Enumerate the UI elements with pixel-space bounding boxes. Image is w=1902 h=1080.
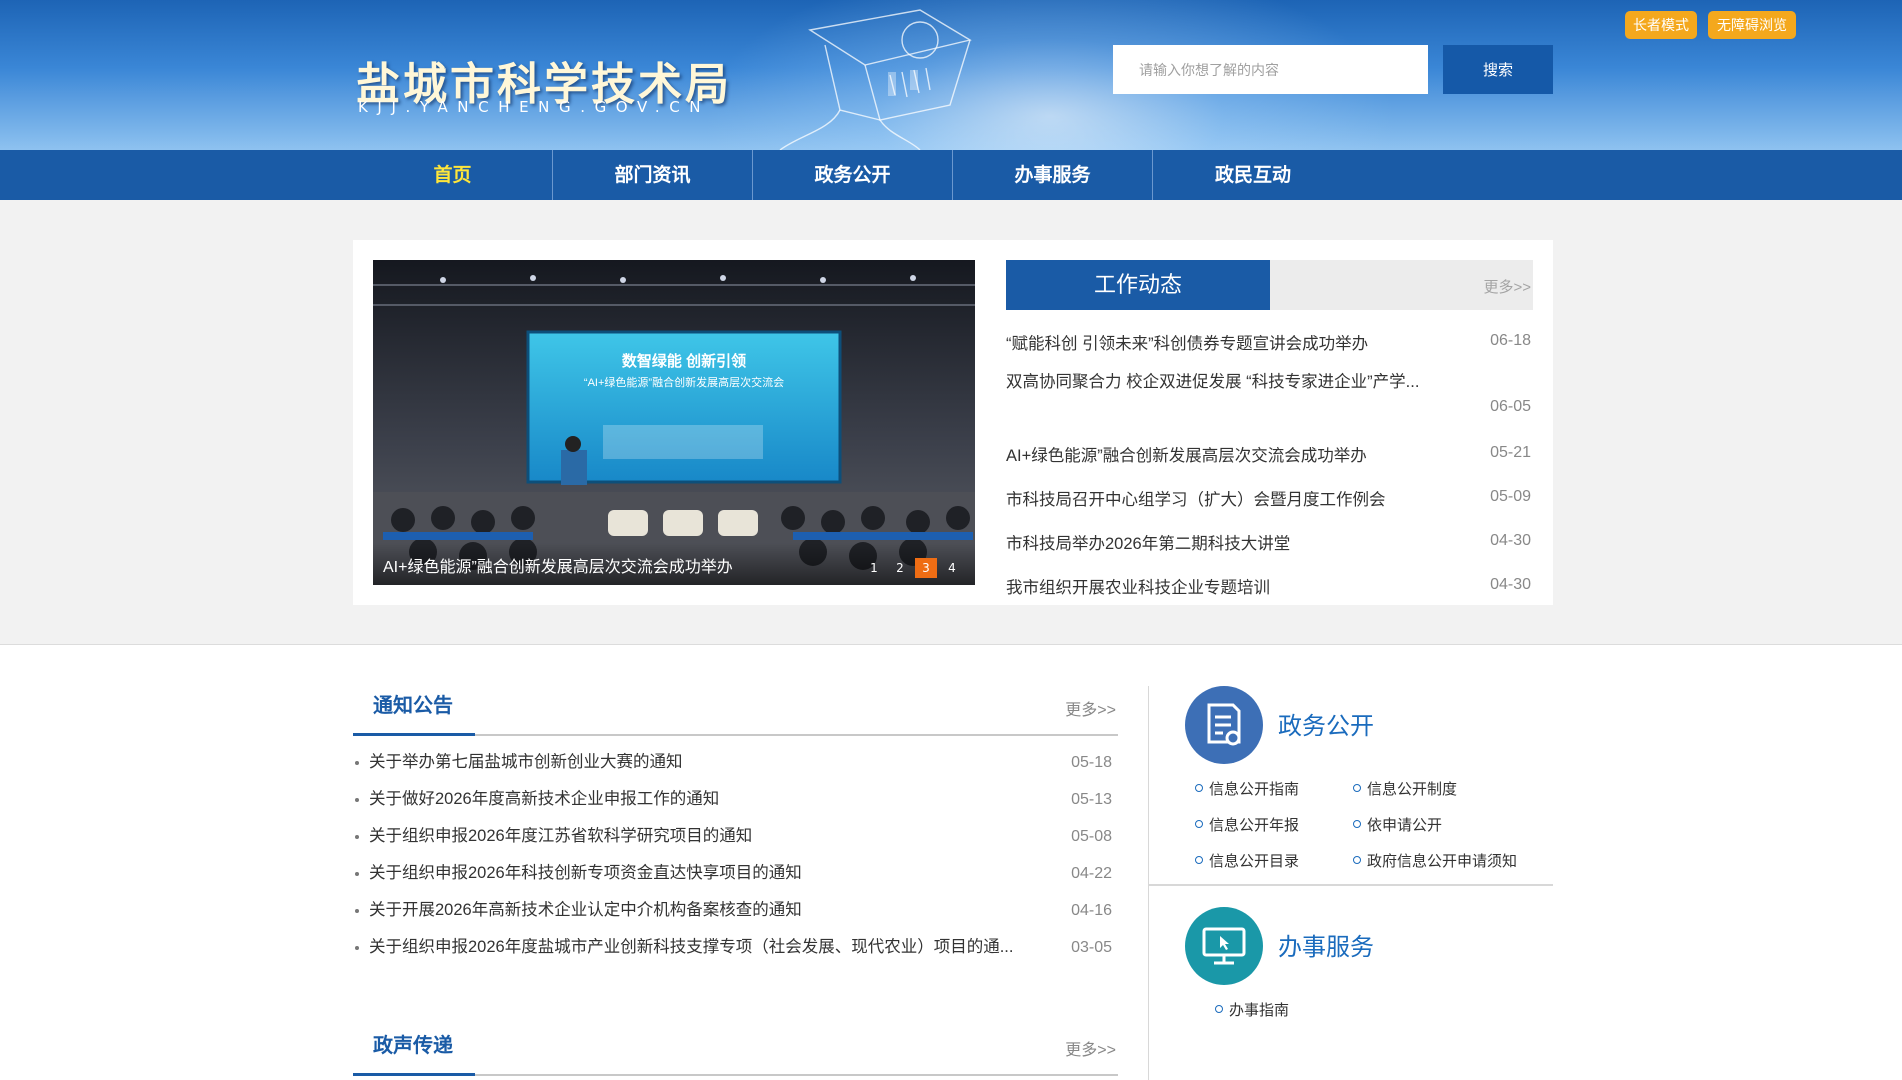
notice-item[interactable]: 关于做好2026年度高新技术企业申报工作的通知 05-13 bbox=[353, 781, 1118, 818]
news-item[interactable]: AI+绿色能源”融合创新发展高层次交流会成功举办 05-21 bbox=[1006, 434, 1533, 478]
screen-text-line1: 数智绿能 创新引领 bbox=[622, 352, 746, 370]
voice-section: 政声传递 更多>> bbox=[353, 1020, 1118, 1076]
main-nav: 首页 部门资讯 政务公开 办事服务 政民互动 bbox=[0, 150, 1902, 200]
barrier-free-button[interactable]: 无障碍浏览 bbox=[1708, 11, 1796, 39]
gov-link-on-request[interactable]: 依申请公开 bbox=[1353, 814, 1442, 835]
work-news-more-link[interactable]: 更多>> bbox=[1483, 276, 1531, 297]
notice-title[interactable]: 通知公告 bbox=[353, 680, 475, 736]
service-divider bbox=[1148, 884, 1553, 886]
tech-hand-illustration bbox=[779, 9, 972, 150]
site-domain: KJJ.YANCHENG.GOV.CN bbox=[358, 98, 711, 116]
work-news-list: “赋能科创 引领未来”科创债券专题宣讲会成功举办 06-18 双高协同聚合力 校企… bbox=[1006, 322, 1533, 610]
computer-icon[interactable] bbox=[1185, 907, 1263, 985]
notice-item[interactable]: 关于组织申报2026年科技创新专项资金直达快享项目的通知 04-22 bbox=[353, 855, 1118, 892]
notice-item[interactable]: 关于组织申报2026年度江苏省软科学研究项目的通知 05-08 bbox=[353, 818, 1118, 855]
gov-link-annual-report[interactable]: 信息公开年报 bbox=[1195, 814, 1299, 835]
news-item[interactable]: 我市组织开展农业科技企业专题培训 04-30 bbox=[1006, 566, 1533, 610]
gov-link-catalog[interactable]: 信息公开目录 bbox=[1195, 850, 1299, 871]
news-slider[interactable]: 数智绿能 创新引领 “AI+绿色能源”融合创新发展高层次交流会 AI+绿色能源”… bbox=[373, 260, 975, 585]
voice-title[interactable]: 政声传递 bbox=[353, 1020, 475, 1076]
slide-image[interactable]: 数智绿能 创新引领 “AI+绿色能源”融合创新发展高层次交流会 bbox=[373, 260, 975, 585]
notice-section: 通知公告 更多>> 关于举办第七届盐城市创新创业大赛的通知 05-18 关于做好2… bbox=[353, 680, 1118, 966]
document-icon[interactable] bbox=[1185, 686, 1263, 764]
notice-header: 通知公告 更多>> bbox=[353, 680, 1118, 736]
screen-text-line2: “AI+绿色能源”融合创新发展高层次交流会 bbox=[584, 375, 784, 389]
gov-open-title[interactable]: 政务公开 bbox=[1278, 706, 1374, 741]
slider-dot-3[interactable]: 3 bbox=[915, 558, 937, 578]
nav-item-services[interactable]: 办事服务 bbox=[953, 150, 1153, 200]
notice-list: 关于举办第七届盐城市创新创业大赛的通知 05-18 关于做好2026年度高新技术企… bbox=[353, 744, 1118, 966]
notice-item[interactable]: 关于举办第七届盐城市创新创业大赛的通知 05-18 bbox=[353, 744, 1118, 781]
voice-more-link[interactable]: 更多>> bbox=[1065, 1036, 1116, 1060]
work-news-header: 工作动态 更多>> bbox=[1006, 260, 1533, 310]
feature-box: 数智绿能 创新引领 “AI+绿色能源”融合创新发展高层次交流会 AI+绿色能源”… bbox=[353, 240, 1553, 605]
news-item[interactable]: 市科技局召开中心组学习（扩大）会暨月度工作例会 05-09 bbox=[1006, 478, 1533, 522]
gov-link-application-notice[interactable]: 政府信息公开申请须知 bbox=[1353, 850, 1517, 871]
work-news-panel: 工作动态 更多>> “赋能科创 引领未来”科创债券专题宣讲会成功举办 06-18 … bbox=[1006, 260, 1533, 610]
services-title[interactable]: 办事服务 bbox=[1278, 927, 1374, 962]
notice-item[interactable]: 关于组织申报2026年度盐城市产业创新科技支撑专项（社会发展、现代农业）项目的通… bbox=[353, 929, 1118, 966]
service-link-guide[interactable]: 办事指南 bbox=[1215, 999, 1289, 1020]
slider-pagination: 1 2 3 4 bbox=[863, 558, 963, 578]
nav-item-department-news[interactable]: 部门资讯 bbox=[553, 150, 753, 200]
gov-link-guide[interactable]: 信息公开指南 bbox=[1195, 778, 1299, 799]
notice-item[interactable]: 关于开展2026年高新技术企业认定中介机构备案核查的通知 04-16 bbox=[353, 892, 1118, 929]
slider-dot-2[interactable]: 2 bbox=[889, 558, 911, 578]
nav-item-home[interactable]: 首页 bbox=[353, 150, 553, 200]
voice-header: 政声传递 更多>> bbox=[353, 1020, 1118, 1076]
feature-band: 数智绿能 创新引领 “AI+绿色能源”融合创新发展高层次交流会 AI+绿色能源”… bbox=[0, 200, 1902, 645]
news-item[interactable]: 双高协同聚合力 校企双进促发展 “科技专家进企业”产学... 06-05 bbox=[1006, 366, 1533, 434]
slider-caption[interactable]: AI+绿色能源”融合创新发展高层次交流会成功举办 bbox=[383, 553, 733, 577]
search-input[interactable] bbox=[1113, 45, 1428, 94]
site-header: 盐城市科学技术局 KJJ.YANCHENG.GOV.CN 搜索 长者模式 无障碍… bbox=[0, 0, 1902, 150]
news-item[interactable]: 市科技局举办2026年第二期科技大讲堂 04-30 bbox=[1006, 522, 1533, 566]
slider-dot-1[interactable]: 1 bbox=[863, 558, 885, 578]
elder-mode-button[interactable]: 长者模式 bbox=[1625, 11, 1697, 39]
nav-item-interaction[interactable]: 政民互动 bbox=[1153, 150, 1353, 200]
nav-item-gov-affairs[interactable]: 政务公开 bbox=[753, 150, 953, 200]
gov-link-system[interactable]: 信息公开制度 bbox=[1353, 778, 1457, 799]
column-divider bbox=[1148, 686, 1149, 1080]
news-item[interactable]: “赋能科创 引领未来”科创债券专题宣讲会成功举办 06-18 bbox=[1006, 322, 1533, 366]
work-news-title[interactable]: 工作动态 bbox=[1006, 260, 1270, 310]
search-button[interactable]: 搜索 bbox=[1443, 45, 1553, 94]
notice-more-link[interactable]: 更多>> bbox=[1065, 696, 1116, 720]
slider-dot-4[interactable]: 4 bbox=[941, 558, 963, 578]
